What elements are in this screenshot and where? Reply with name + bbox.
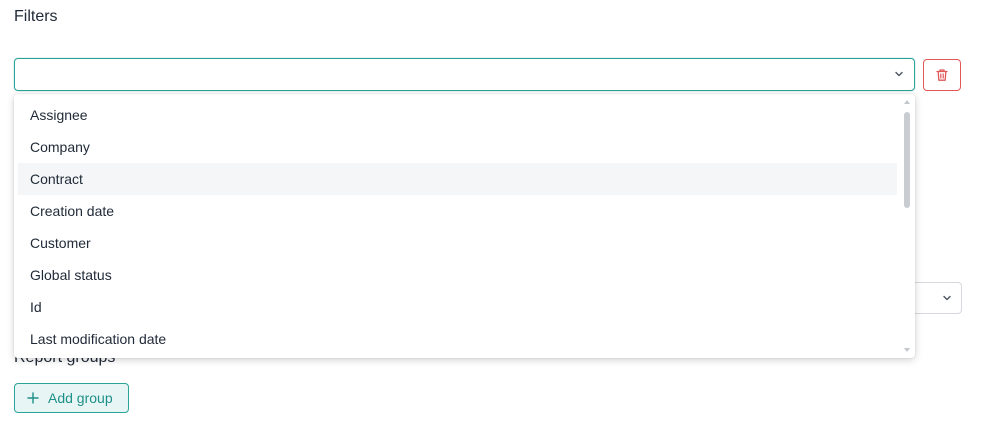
option-customer[interactable]: Customer (18, 227, 897, 259)
chevron-down-icon (943, 295, 951, 301)
trash-icon (936, 69, 948, 81)
delete-filter-button[interactable] (923, 59, 961, 91)
filters-title: Filters (14, 8, 58, 25)
option-contract[interactable]: Contract (18, 163, 897, 195)
scroll-down-arrow-icon[interactable] (904, 348, 910, 352)
plus-icon (27, 392, 39, 404)
chevron-down-icon (895, 71, 903, 77)
add-group-label: Add group (48, 390, 113, 406)
option-assignee[interactable]: Assignee (18, 99, 897, 131)
option-creation-date[interactable]: Creation date (18, 195, 897, 227)
option-company[interactable]: Company (18, 131, 897, 163)
scroll-up-arrow-icon[interactable] (904, 100, 910, 104)
dropdown-scrollbar[interactable] (903, 98, 911, 354)
option-last-modification-date[interactable]: Last modification date (18, 323, 897, 355)
add-group-button[interactable]: Add group (14, 383, 129, 413)
filter-dropdown: Assignee Company Contract Creation date … (14, 94, 915, 358)
scrollbar-thumb[interactable] (904, 112, 910, 208)
option-id[interactable]: Id (18, 291, 897, 323)
filter-select[interactable] (14, 58, 915, 91)
option-global-status[interactable]: Global status (18, 259, 897, 291)
